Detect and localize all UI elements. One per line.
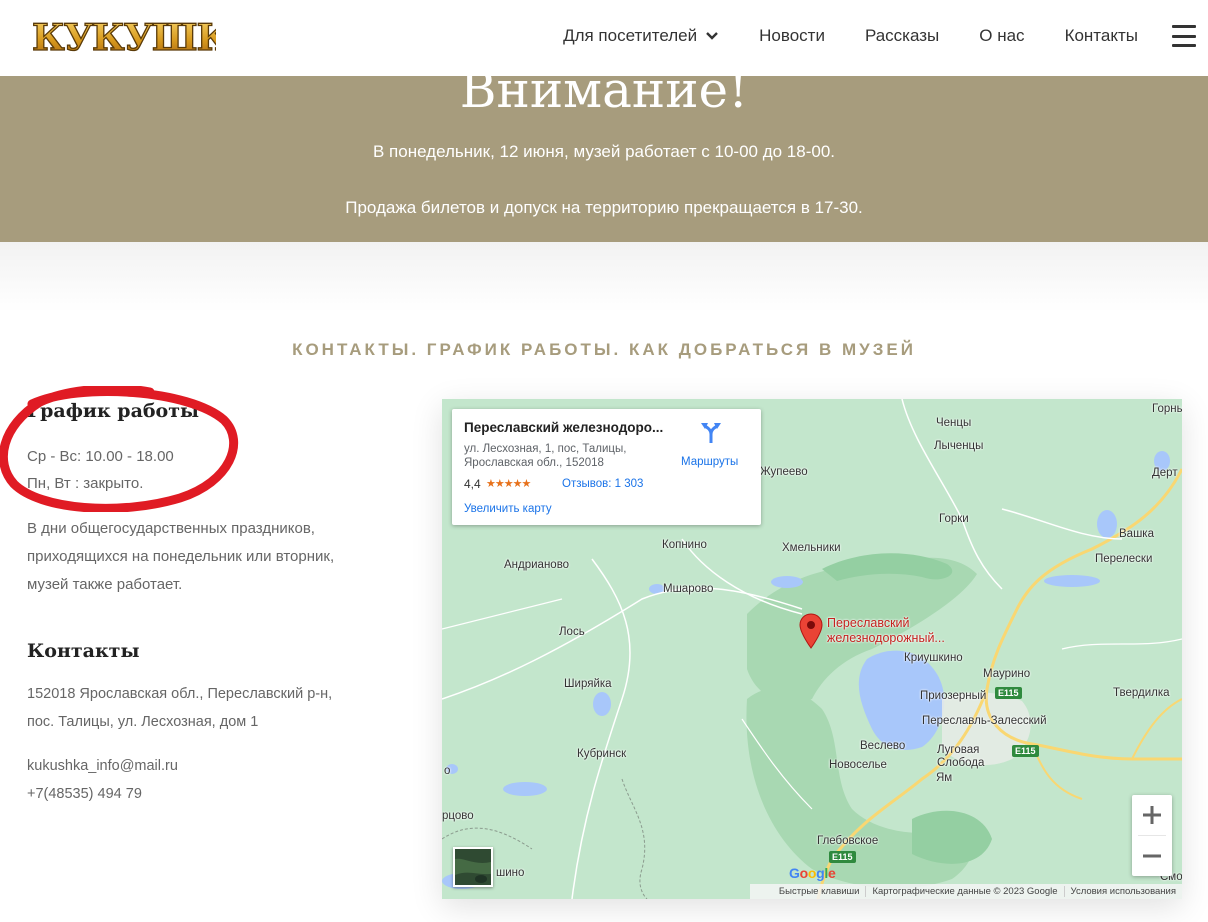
place-label: Горны [1152,403,1182,415]
nav-about[interactable]: О нас [979,26,1024,46]
place-label: Маурино [983,668,1031,680]
place-label: Криушкино [904,652,963,664]
road-badge: E115 [829,851,856,863]
contacts-heading: Контакты [27,640,140,662]
place-label: Мшарово [663,583,714,595]
schedule-open: Ср - Вс: 10.00 - 18.00 [27,448,174,465]
place-rating: 4,4 [464,477,481,491]
place-label: Веслево [860,740,906,752]
place-address: ул. Лесхозная, 1, пос, Талицы, Ярославск… [464,443,627,469]
nav-contacts[interactable]: Контакты [1065,26,1138,46]
phone-link[interactable]: +7(48535) 494 79 [27,786,142,802]
rating-stars-icon: ★★★★★ [486,478,531,490]
directions-icon[interactable] [681,421,751,445]
pin-label[interactable]: Переславский железнодорожный... [827,616,945,646]
place-info-card: Переславский железнодоро... ул. Лесхозна… [452,409,761,525]
map-data-credit: Картографические данные © 2023 Google [865,886,1063,897]
place-label: Приозерный [920,690,987,702]
place-label: Новоселье [829,759,887,771]
chevron-down-icon [706,32,718,40]
place-label: Копнино [662,539,707,551]
road-badge: E115 [995,687,1022,699]
place-label: о [444,765,451,777]
holiday-note: В дни общегосударственных праздников, пр… [27,520,335,593]
place-label: Лыченцы [934,440,984,452]
place-label: Кубринск [577,748,627,760]
section-divider [0,242,1208,312]
place-label: Твердилка [1113,687,1170,699]
place-label: Вашка [1119,528,1154,540]
pin-label-line-1: Переславский [827,616,910,630]
directions-label[interactable]: Маршруты [681,456,761,468]
place-label: Слобода [937,757,985,769]
reviews-link[interactable]: Отзывов: 1 303 [562,478,643,490]
nav-stories[interactable]: Рассказы [865,26,939,46]
notice-hours: В понедельник, 12 июня, музей работает с… [372,142,836,161]
address-line-1: 152018 Ярославская обл., Переславский р-… [27,686,333,702]
place-label: Ширяйка [564,678,612,690]
keyboard-shortcuts-link[interactable]: Быстрые клавиши [773,886,866,897]
schedule-heading: График работы [27,400,200,422]
nav-visitors[interactable]: Для посетителей [563,26,719,46]
menu-icon[interactable] [1172,25,1196,47]
satellite-toggle[interactable] [453,847,493,887]
notice-banner: Внимание! В понедельник, 12 июня, музей … [0,76,1208,242]
enlarge-map-link[interactable]: Увеличить карту [464,503,552,515]
address-line-2: пос. Талицы, ул. Лесхозная, дом 1 [27,714,259,730]
schedule-closed: Пн, Вт : закрыто. [27,475,144,492]
place-label: Жупеево [760,466,808,478]
email-link[interactable]: kukushka_info@mail.ru [27,758,178,774]
place-label: Горки [939,513,969,525]
place-label: Дерт [1152,467,1178,479]
place-label: Андрианово [504,559,570,571]
pin-label-line-2: железнодорожный... [827,631,945,645]
google-logo: Google [789,865,836,881]
terms-link[interactable]: Условия использования [1063,886,1182,897]
section-title: КОНТАКТЫ. ГРАФИК РАБОТЫ. КАК ДОБРАТЬСЯ В… [292,340,916,359]
road-badge: E115 [1012,745,1039,757]
place-label: Луговая [937,744,980,756]
map-footer: Быстрые клавиши Картографические данные … [750,884,1182,899]
site-logo[interactable]: КУКУШКА.РУ [30,10,216,62]
zoom-in-button[interactable] [1132,795,1172,835]
place-label: Глебовское [817,835,879,847]
satellite-thumbnail-icon [455,849,491,885]
place-label: Переславль-Залесский [922,715,1047,727]
notice-ticket-info: Продажа билетов и допуск на территорию п… [345,198,863,217]
zoom-controls [1132,795,1172,876]
main-nav: Для посетителей Новости Рассказы О нас К… [563,0,1208,72]
place-label: рцово [442,810,474,822]
place-label: Ям [936,772,953,784]
svg-text:КУКУШКА.РУ: КУКУШКА.РУ [32,17,216,59]
site-header: КУКУШКА.РУ Для посетителей Новости Расск… [0,0,1208,76]
notice-title: Внимание! [459,76,749,119]
map-pin-icon[interactable] [799,613,823,649]
place-title[interactable]: Переславский железнодоро... [464,420,663,435]
place-label: шино [496,867,525,879]
nav-visitors-label: Для посетителей [563,26,698,45]
place-label: Ченцы [936,417,972,429]
google-map[interactable]: Ченцы Горны Лыченцы Дерт Жупеево Горки В… [442,399,1182,899]
nav-news[interactable]: Новости [759,26,825,46]
place-label: Перелески [1095,553,1153,565]
zoom-out-button[interactable] [1132,836,1172,876]
place-label: Хмельники [782,542,841,554]
place-label: Лось [559,626,585,638]
